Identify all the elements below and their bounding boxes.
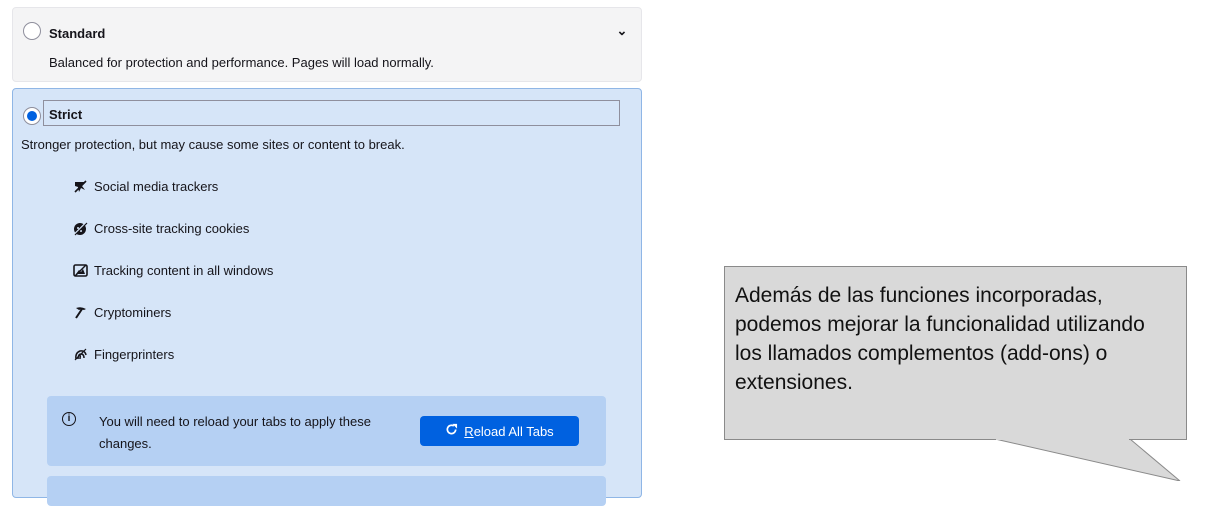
- standard-option-card[interactable]: Standard Balanced for protection and per…: [12, 7, 642, 82]
- strict-option-card[interactable]: Strict Stronger protection, but may caus…: [12, 88, 642, 506]
- strict-title: Strict: [49, 107, 83, 122]
- fingerprinter-icon: [73, 347, 88, 362]
- cookie-icon: [73, 221, 88, 236]
- reload-icon: [445, 423, 458, 439]
- feature-item: Social media trackers: [73, 179, 218, 194]
- standard-radio[interactable]: [23, 22, 41, 40]
- feature-label: Fingerprinters: [94, 347, 175, 362]
- strict-description: Stronger protection, but may cause some …: [21, 137, 405, 152]
- feature-item: Tracking content in all windows: [73, 263, 273, 278]
- feature-item: Cryptominers: [73, 305, 171, 320]
- reload-notice-text: You will need to reload your tabs to app…: [99, 414, 371, 451]
- info-icon: i: [62, 412, 76, 426]
- strict-focus-ring: [43, 100, 620, 126]
- chevron-down-icon[interactable]: ⌄: [613, 22, 631, 40]
- standard-title: Standard: [49, 26, 106, 41]
- feature-label: Tracking content in all windows: [94, 263, 274, 278]
- feature-label: Cross-site tracking cookies: [94, 221, 250, 236]
- reload-all-tabs-label: Reload All Tabs: [464, 423, 554, 439]
- social-tracker-icon: [73, 179, 88, 194]
- feature-item: Cross-site tracking cookies: [73, 221, 249, 236]
- feature-label: Social media trackers: [94, 179, 219, 194]
- annotation-callout: Además de las funciones incorporadas, po…: [724, 266, 1187, 440]
- feature-item: Fingerprinters: [73, 347, 174, 362]
- strict-radio[interactable]: [23, 107, 41, 125]
- tracking-content-icon: [73, 263, 88, 278]
- reload-all-tabs-button[interactable]: Reload All Tabs: [420, 416, 579, 446]
- callout-text: Además de las funciones incorporadas, po…: [735, 284, 1145, 394]
- standard-description: Balanced for protection and performance.…: [49, 55, 434, 70]
- cryptominer-icon: [73, 305, 88, 320]
- reload-notice: i You will need to reload your tabs to a…: [47, 396, 606, 466]
- feature-label: Cryptominers: [94, 305, 172, 320]
